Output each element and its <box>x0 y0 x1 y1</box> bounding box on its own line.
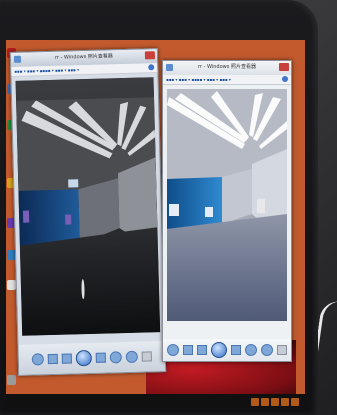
viewer-toolbar <box>163 339 291 361</box>
tray-icon[interactable] <box>271 398 279 406</box>
menu-bar: ▪▪▪ ▾ ▪▪▪ ▾ ▪▪▪▪ ▾ ▪▪▪ ▾ ▪▪▪ ▾ <box>163 75 291 85</box>
menu-items[interactable]: ▪▪▪ ▾ ▪▪▪ ▾ ▪▪▪▪ ▾ ▪▪▪ ▾ ▪▪▪ ▾ <box>14 65 147 74</box>
rotate-right-icon[interactable] <box>261 344 273 356</box>
photo-display <box>15 77 161 336</box>
viewer-toolbar <box>18 341 166 375</box>
photo-viewer-window-right[interactable]: rr - Windows 照片查看器 ▪▪▪ ▾ ▪▪▪ ▾ ▪▪▪▪ ▾ ▪▪… <box>162 60 292 362</box>
close-icon[interactable] <box>279 63 289 71</box>
corridor-render-image <box>15 77 161 336</box>
photo-viewer-window-left[interactable]: rr - Windows 照片查看器 ▪▪▪ ▾ ▪▪▪ ▾ ▪▪▪▪ ▾ ▪▪… <box>9 48 167 376</box>
actual-size-icon[interactable] <box>183 345 193 355</box>
next-icon[interactable] <box>231 345 241 355</box>
previous-icon[interactable] <box>197 345 207 355</box>
actual-size-icon[interactable] <box>47 353 58 365</box>
window-title: rr - Windows 照片查看器 <box>198 64 256 70</box>
photo-display <box>167 89 287 321</box>
desktop: rr - Windows 照片查看器 ▪▪▪ ▾ ▪▪▪ ▾ ▪▪▪▪ ▾ ▪▪… <box>6 40 305 408</box>
photo-of-laptop-screen: rr - Windows 照片查看器 ▪▪▪ ▾ ▪▪▪ ▾ ▪▪▪▪ ▾ ▪▪… <box>0 0 337 415</box>
tray-icon[interactable] <box>251 398 259 406</box>
menu-items[interactable]: ▪▪▪ ▾ ▪▪▪ ▾ ▪▪▪▪ ▾ ▪▪▪ ▾ ▪▪▪ ▾ <box>166 77 281 82</box>
delete-icon[interactable] <box>277 345 287 355</box>
rotate-right-icon[interactable] <box>125 350 138 364</box>
rotate-left-icon[interactable] <box>109 351 122 364</box>
zoom-icon[interactable] <box>31 353 44 366</box>
slideshow-icon[interactable] <box>211 342 227 358</box>
close-icon[interactable] <box>144 51 156 60</box>
help-icon[interactable] <box>148 64 155 71</box>
rotate-left-icon[interactable] <box>245 344 257 356</box>
system-tray <box>251 398 299 406</box>
title-bar[interactable]: rr - Windows 照片查看器 <box>163 61 291 75</box>
desktop-icon[interactable] <box>7 280 16 290</box>
tray-icon[interactable] <box>281 398 289 406</box>
delete-icon[interactable] <box>141 351 152 362</box>
tray-icon[interactable] <box>261 398 269 406</box>
taskbar <box>6 394 305 408</box>
laptop-bezel: rr - Windows 照片查看器 ▪▪▪ ▾ ▪▪▪ ▾ ▪▪▪▪ ▾ ▪▪… <box>0 0 318 415</box>
help-icon[interactable] <box>282 76 288 82</box>
tray-icon[interactable] <box>291 398 299 406</box>
next-icon[interactable] <box>95 352 106 363</box>
corridor-render-image <box>167 89 287 321</box>
desktop-icon[interactable] <box>7 375 16 385</box>
slideshow-icon[interactable] <box>75 349 93 367</box>
window-title: rr - Windows 照片查看器 <box>54 53 113 61</box>
zoom-icon[interactable] <box>167 344 179 356</box>
previous-icon[interactable] <box>61 353 72 364</box>
